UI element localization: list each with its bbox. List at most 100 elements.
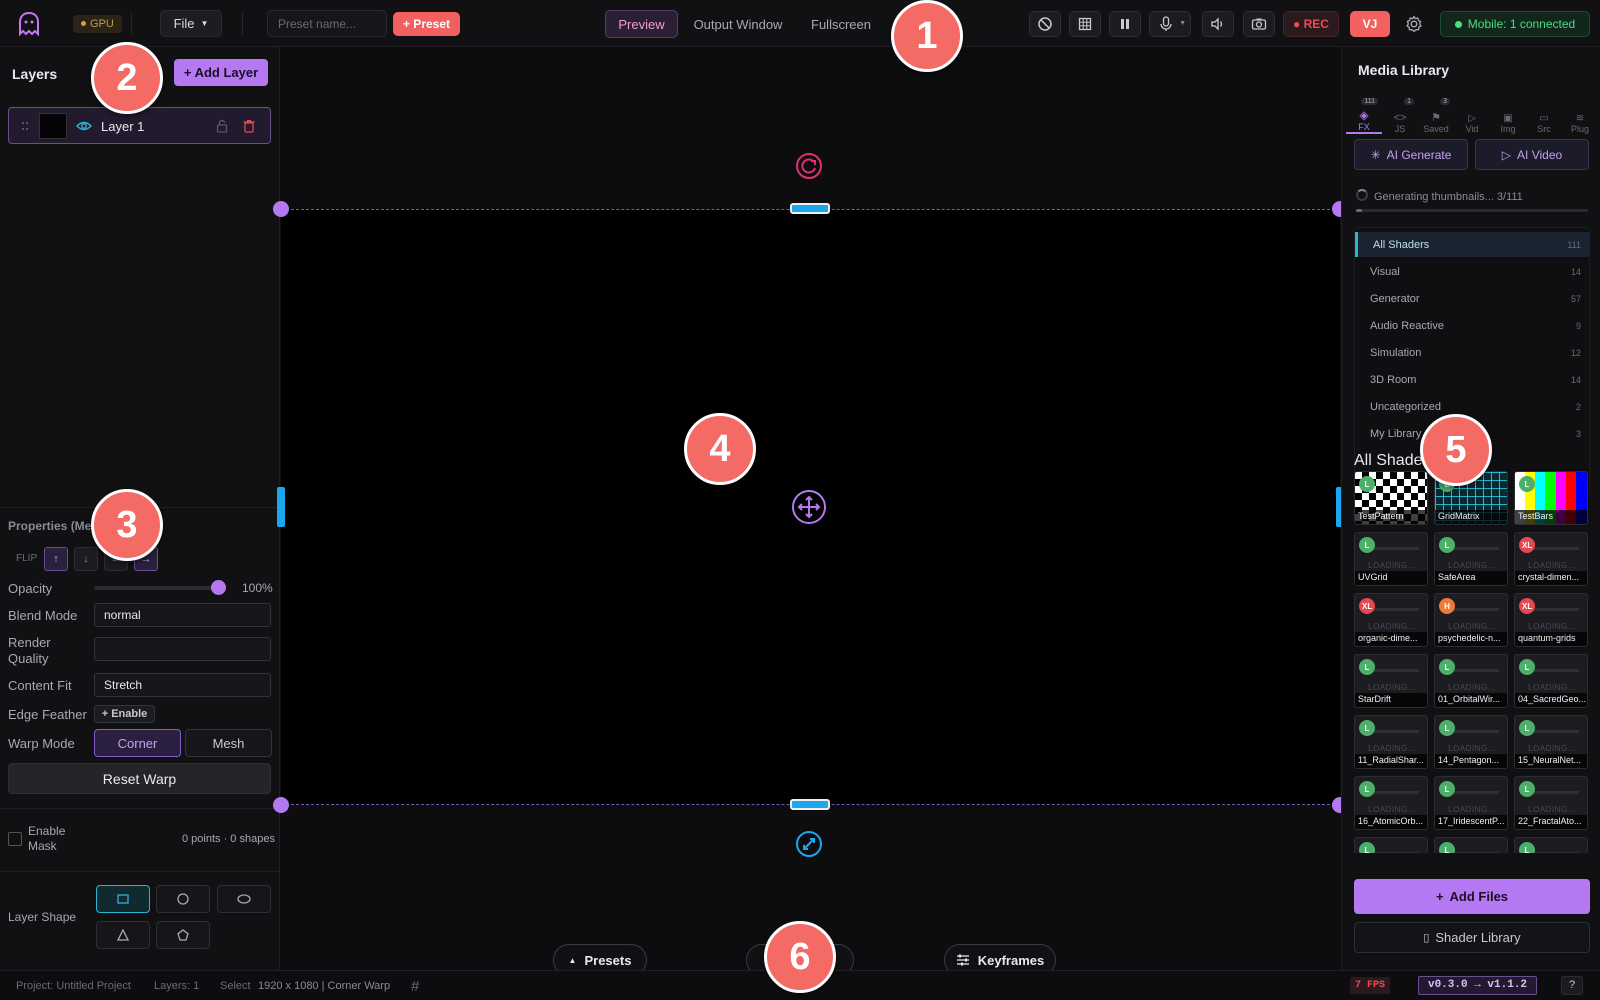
category-item[interactable]: 3D Room 14 — [1355, 367, 1589, 392]
shape-triangle-button[interactable] — [96, 921, 150, 949]
shader-card[interactable]: LOADING... L 11_RadialShar... — [1354, 715, 1428, 769]
shader-card[interactable]: LOADING... L 22_FractalAto... — [1514, 776, 1588, 830]
category-item[interactable]: Generator 57 — [1355, 286, 1589, 311]
tab-img[interactable]: ▣ Img — [1490, 98, 1526, 134]
shader-card[interactable]: LOADING... L 16_AtomicOrb... — [1354, 776, 1428, 830]
render-quality-select[interactable] — [94, 637, 271, 661]
shader-card[interactable]: LOADING... L 15_NeuralNet... — [1514, 715, 1588, 769]
loading-text: LOADING... — [1528, 683, 1576, 692]
shader-card[interactable]: LOADING... L UVGrid — [1354, 532, 1428, 586]
warp-corner-button[interactable]: Corner — [94, 729, 181, 757]
category-item[interactable]: Simulation 12 — [1355, 340, 1589, 365]
shader-card[interactable]: LOADING... L StarDrift — [1354, 654, 1428, 708]
shader-card[interactable]: LOADING... XL quantum-grids — [1514, 593, 1588, 647]
add-files-button[interactable]: + Add Files — [1354, 879, 1590, 914]
shape-rectangle-button[interactable] — [96, 885, 150, 913]
shape-circle-button[interactable] — [156, 885, 210, 913]
add-layer-button[interactable]: + Add Layer — [174, 59, 268, 86]
drag-handle-icon[interactable] — [21, 121, 29, 131]
ai-video-button[interactable]: ▷ AI Video — [1475, 139, 1589, 170]
shader-card[interactable]: LOADING... XL crystal-dimen... — [1514, 532, 1588, 586]
mobile-connection-status[interactable]: Mobile: 1 connected — [1440, 11, 1590, 37]
blend-mode-select[interactable]: normal — [94, 603, 271, 627]
tab-saved[interactable]: 3 ⚑ Saved — [1418, 98, 1454, 134]
corner-handle-bottom-left[interactable] — [273, 797, 289, 813]
shader-card[interactable]: LOADING... L 01_OrbitalWir... — [1434, 654, 1508, 708]
shape-ellipse-button[interactable] — [217, 885, 271, 913]
stack-icon: ≋ — [1575, 113, 1585, 124]
shape-pentagon-button[interactable] — [156, 921, 210, 949]
category-item[interactable]: All Shaders 111 — [1355, 232, 1589, 257]
ai-generate-button[interactable]: ✳ AI Generate — [1354, 139, 1468, 170]
project-name: Project: Untitled Project — [16, 980, 131, 992]
tab-src[interactable]: ▭ Src — [1526, 98, 1562, 134]
tab-vid[interactable]: ▷ Vid — [1454, 98, 1490, 134]
version-badge[interactable]: v0.3.0 → v1.1.2 — [1418, 976, 1537, 995]
tab-js[interactable]: 1 <> JS — [1382, 98, 1418, 134]
tab-preview[interactable]: Preview — [605, 10, 678, 38]
rotate-icon[interactable] — [795, 152, 823, 180]
grid-toggle-button[interactable] — [1069, 11, 1101, 37]
vj-mode-button[interactable]: VJ — [1350, 11, 1390, 37]
shader-library-button[interactable]: ▯ Shader Library — [1354, 922, 1590, 953]
category-item[interactable]: Uncategorized 2 — [1355, 394, 1589, 419]
eye-icon[interactable] — [76, 119, 92, 133]
tab-fx[interactable]: 111 ◈ FX — [1346, 98, 1382, 134]
opacity-slider-track[interactable] — [94, 586, 216, 590]
warp-mesh-button[interactable]: Mesh — [185, 729, 272, 757]
record-button[interactable]: ● REC — [1283, 11, 1339, 37]
unlock-icon[interactable] — [216, 119, 228, 133]
shader-card[interactable]: LOADING... L SafeArea — [1434, 532, 1508, 586]
shader-name: StarDrift — [1355, 693, 1427, 707]
screenshot-button[interactable] — [1243, 11, 1275, 37]
flip-up-button[interactable]: ↑ — [44, 547, 68, 571]
reset-warp-button[interactable]: Reset Warp — [8, 763, 271, 794]
shader-card[interactable]: LOADING... L 04_SacredGeo... — [1514, 654, 1588, 708]
tab-output-window[interactable]: Output Window — [684, 10, 792, 38]
shader-card[interactable]: LOADING... L 14_Pentagon... — [1434, 715, 1508, 769]
file-menu-button[interactable]: File ▼ — [160, 10, 222, 37]
scale-icon[interactable] — [795, 830, 823, 858]
shader-card[interactable]: L TestPattern — [1354, 471, 1428, 525]
corner-handle-top-left[interactable] — [273, 201, 289, 217]
layers-icon: ◈ — [1359, 108, 1369, 122]
enable-mask-checkbox[interactable] — [8, 832, 22, 846]
help-button[interactable]: ? — [1561, 976, 1583, 995]
mask-info: 0 points · 0 shapes — [182, 833, 275, 845]
category-count: 14 — [1570, 267, 1581, 277]
preset-name-input[interactable] — [267, 10, 387, 37]
pause-button[interactable] — [1109, 11, 1141, 37]
trash-icon[interactable] — [243, 119, 255, 133]
content-fit-select[interactable]: Stretch — [94, 673, 271, 697]
category-item[interactable]: Visual 14 — [1355, 259, 1589, 284]
disable-button[interactable] — [1029, 11, 1061, 37]
flip-down-button[interactable]: ↓ — [74, 547, 98, 571]
spinner-icon — [1356, 189, 1368, 201]
shader-card[interactable]: LOADING... L 17_IridescentP... — [1434, 776, 1508, 830]
shader-card[interactable]: LOADING...L — [1514, 837, 1588, 853]
move-icon[interactable] — [791, 489, 827, 525]
layer-row[interactable]: Layer 1 — [8, 107, 271, 144]
shader-card[interactable]: LOADING... XL organic-dime... — [1354, 593, 1428, 647]
size-tag: L — [1359, 781, 1375, 797]
category-item[interactable]: Audio Reactive 9 — [1355, 313, 1589, 338]
tab-plug[interactable]: ≋ Plug — [1562, 98, 1598, 134]
shader-card[interactable]: LOADING... Hpsychedelic-n... — [1434, 593, 1508, 647]
microphone-button[interactable]: ▼ — [1149, 11, 1191, 37]
tab-fullscreen[interactable]: Fullscreen — [798, 10, 884, 38]
shader-card[interactable]: LOADING...L — [1354, 837, 1428, 853]
settings-button[interactable] — [1401, 11, 1427, 37]
chevron-down-icon[interactable]: ▼ — [1179, 20, 1186, 27]
ghost-logo-icon[interactable] — [18, 11, 40, 37]
shader-card[interactable]: L TestBars — [1514, 471, 1588, 525]
audio-button[interactable] — [1202, 11, 1234, 37]
shader-card[interactable]: LOADING...L — [1434, 837, 1508, 853]
edge-handle-top[interactable] — [790, 203, 830, 214]
edge-feather-enable-button[interactable]: + Enable — [94, 705, 155, 723]
fps-counter: 7 FPS — [1350, 977, 1391, 994]
hash-grid-icon[interactable]: # — [411, 978, 419, 995]
add-preset-button[interactable]: + Preset — [393, 12, 460, 36]
opacity-slider-thumb[interactable] — [211, 580, 226, 595]
edge-handle-bottom[interactable] — [790, 799, 830, 810]
edge-handle-left[interactable] — [277, 487, 285, 527]
